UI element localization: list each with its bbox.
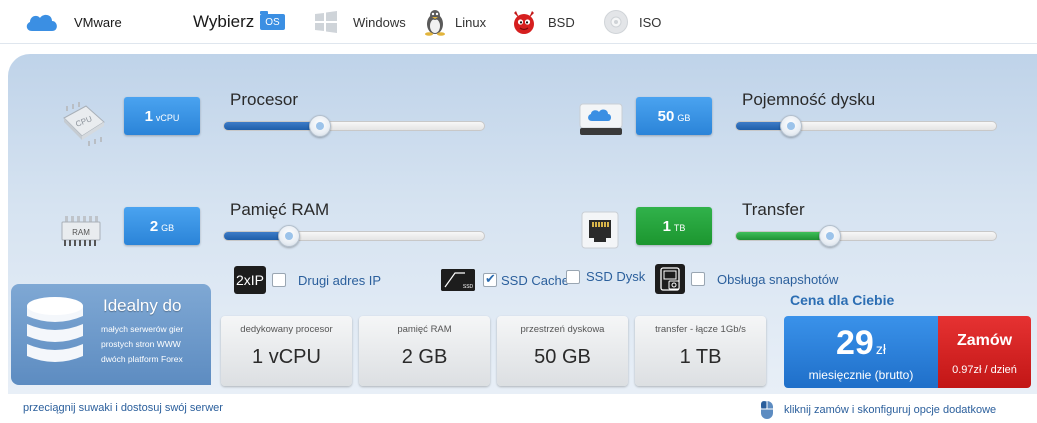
spec-label: pamięć RAM bbox=[397, 324, 452, 335]
price-currency: zł bbox=[875, 341, 886, 357]
disk-slider-label: Pojemność dysku bbox=[742, 90, 876, 109]
ssd-disk-label: SSD Dysk bbox=[586, 269, 646, 284]
price-amount-row: 29 zł bbox=[784, 324, 938, 363]
spec-value: 1 vCPU bbox=[252, 346, 321, 368]
ideal-for-list: małych serwerów gier prostych stron WWW … bbox=[101, 322, 183, 367]
os-option-bsd[interactable]: BSD bbox=[511, 0, 575, 44]
spec-label: przestrzeń dyskowa bbox=[520, 324, 605, 335]
os-option-iso[interactable]: ISO bbox=[603, 0, 661, 44]
disk-drive-icon bbox=[576, 100, 626, 138]
ram-module-icon: RAM bbox=[58, 212, 104, 252]
order-daily-price: 0.97zł / dzień bbox=[952, 364, 1017, 376]
ram-slider-label: Pamięć RAM bbox=[230, 200, 330, 219]
vmware-label: VMware bbox=[74, 14, 122, 30]
disk-value-box: 50 GB bbox=[636, 97, 712, 135]
mouse-icon bbox=[761, 401, 773, 419]
spec-value: 2 GB bbox=[401, 346, 448, 368]
windows-icon bbox=[315, 11, 337, 33]
os-option-linux[interactable]: Linux bbox=[424, 0, 486, 44]
tux-icon bbox=[425, 10, 445, 36]
ideal-for-item: prostych stron WWW bbox=[101, 339, 181, 349]
cpu-slider-handle[interactable] bbox=[309, 115, 332, 137]
transfer-slider-handle[interactable] bbox=[818, 225, 841, 247]
ram-value: 2 bbox=[149, 217, 159, 235]
disc-icon bbox=[604, 10, 628, 34]
os-selector-bar: VMware Wybierz OS Windows Linux BSD ISO bbox=[0, 0, 1037, 44]
os-option-label: ISO bbox=[639, 14, 662, 30]
spec-card-cpu: dedykowany procesor 1 vCPU bbox=[221, 316, 352, 386]
spec-label: dedykowany procesor bbox=[240, 324, 333, 335]
option-ssd-cache[interactable]: SSD SSD Cache bbox=[441, 269, 569, 291]
cpu-chip-icon: CPU bbox=[56, 98, 112, 150]
ram-value-box: 2 GB bbox=[124, 207, 200, 245]
ideal-for-item: dwóch platform Forex bbox=[101, 354, 183, 364]
ssd-cache-label: SSD Cache bbox=[501, 272, 569, 288]
option-snapshots[interactable]: Obsługa snapshotów bbox=[655, 264, 838, 294]
ram-slider-handle[interactable] bbox=[278, 225, 300, 247]
snapshot-icon bbox=[655, 264, 685, 294]
os-option-label: Linux bbox=[455, 14, 487, 30]
cpu-slider-label: Procesor bbox=[230, 90, 299, 109]
disk-unit: GB bbox=[677, 112, 691, 123]
second-ip-tag: 2xIP bbox=[234, 266, 266, 294]
os-choose: Wybierz OS bbox=[193, 0, 285, 44]
price-box: 29 zł miesięcznie (brutto) bbox=[784, 316, 938, 388]
transfer-slider-label: Transfer bbox=[742, 200, 805, 219]
os-option-label: BSD bbox=[548, 14, 575, 30]
second-ip-label: Drugi adres IP bbox=[298, 272, 382, 288]
hint-drag-sliders: przeciągnij suwaki i dostosuj swój serwe… bbox=[23, 402, 223, 414]
ideal-for-item: małych serwerów gier bbox=[101, 324, 184, 334]
hint-click-order-text: kliknij zamów i skonfiguruj opcje dodatk… bbox=[784, 404, 997, 416]
spec-value: 1 TB bbox=[679, 346, 722, 368]
spec-card-ram: pamięć RAM 2 GB bbox=[359, 316, 490, 386]
ssd-tag-text: SSD bbox=[463, 284, 474, 290]
disk-slider-handle[interactable] bbox=[779, 115, 802, 137]
vmware-tab[interactable]: VMware bbox=[24, 0, 122, 44]
transfer-slider[interactable] bbox=[735, 225, 997, 247]
transfer-unit: TB bbox=[673, 222, 686, 233]
database-icon bbox=[27, 297, 83, 362]
ssd-icon: SSD bbox=[441, 269, 475, 291]
price-heading: Cena dla Ciebie bbox=[790, 292, 895, 308]
os-option-label: Windows bbox=[353, 14, 406, 30]
bsd-daemon-icon bbox=[514, 11, 534, 34]
cpu-value-box: 1 vCPU bbox=[124, 97, 200, 135]
transfer-value-box: 1 TB bbox=[636, 207, 712, 245]
svg-text:RAM: RAM bbox=[72, 228, 90, 237]
cpu-unit: vCPU bbox=[155, 112, 180, 123]
ideal-for-title: Idealny do bbox=[103, 296, 182, 315]
ssd-disk-checkbox[interactable] bbox=[566, 269, 580, 284]
os-option-windows[interactable]: Windows bbox=[313, 0, 406, 44]
disk-slider[interactable] bbox=[735, 115, 997, 137]
spec-label: transfer - łącze 1Gb/s bbox=[655, 324, 746, 335]
snapshots-label: Obsługa snapshotów bbox=[717, 271, 839, 287]
ideal-for-card: Idealny do małych serwerów gier prostych… bbox=[11, 284, 211, 385]
choose-label: Wybierz bbox=[193, 12, 255, 31]
cpu-value: 1 bbox=[144, 107, 153, 125]
spec-value: 50 GB bbox=[534, 346, 591, 368]
order-label: Zamów bbox=[956, 332, 1013, 349]
price-amount: 29 bbox=[836, 324, 874, 362]
second-ip-checkbox[interactable] bbox=[272, 273, 286, 287]
server-configurator: VMware Wybierz OS Windows Linux BSD ISO … bbox=[0, 0, 1037, 423]
ethernet-port-icon bbox=[578, 209, 622, 251]
transfer-slider-fill bbox=[736, 232, 830, 240]
spec-card-transfer: transfer - łącze 1Gb/s 1 TB bbox=[635, 316, 766, 386]
option-ssd-disk[interactable]: SSD Dysk bbox=[566, 269, 645, 284]
ram-slider[interactable] bbox=[223, 225, 485, 247]
snapshots-checkbox[interactable] bbox=[691, 272, 705, 286]
option-second-ip[interactable]: 2xIP Drugi adres IP bbox=[234, 266, 381, 294]
spec-card-disk: przestrzeń dyskowa 50 GB bbox=[497, 316, 628, 386]
order-button[interactable]: Zamów 0.97zł / dzień bbox=[938, 316, 1031, 388]
os-badge: OS bbox=[260, 11, 285, 30]
transfer-value: 1 bbox=[662, 217, 671, 235]
disk-value: 50 bbox=[657, 107, 675, 125]
cpu-slider-fill bbox=[224, 122, 321, 130]
cpu-slider[interactable] bbox=[223, 115, 485, 137]
hint-click-order: kliknij zamów i skonfiguruj opcje dodatk… bbox=[760, 400, 996, 420]
ram-unit: GB bbox=[161, 222, 175, 233]
ssd-cache-checkbox[interactable] bbox=[483, 271, 497, 287]
cloud-icon bbox=[26, 14, 57, 31]
price-period: miesięcznie (brutto) bbox=[808, 368, 914, 382]
